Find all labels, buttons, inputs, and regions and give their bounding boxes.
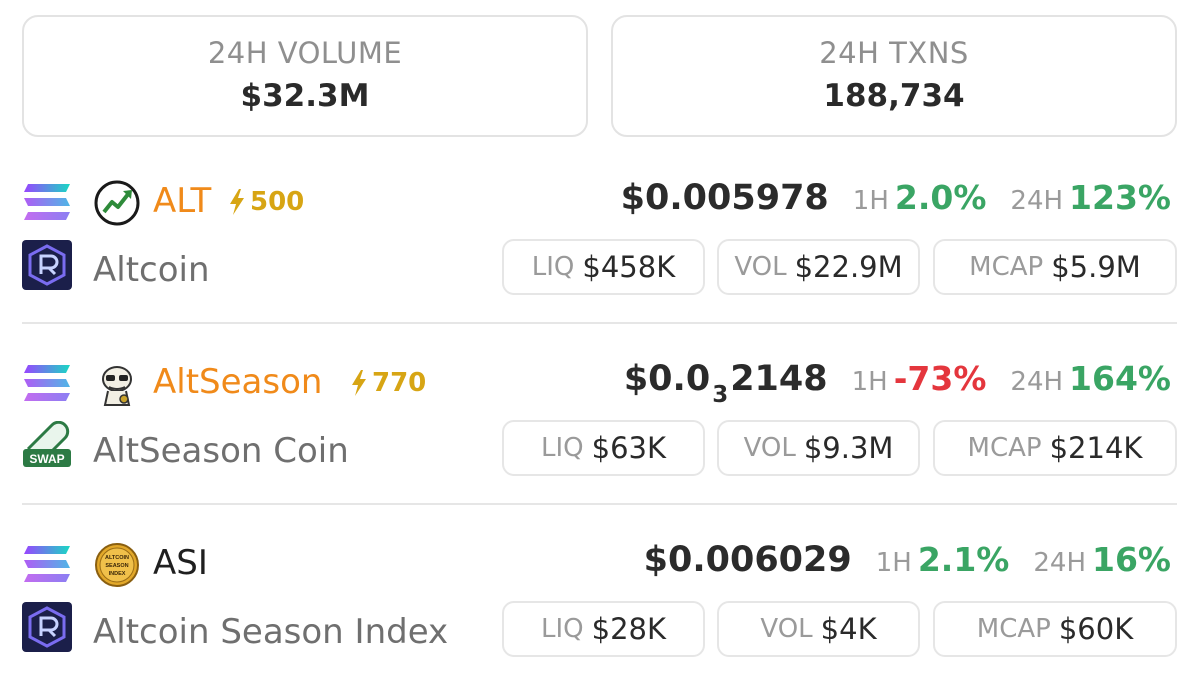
- h1-change: -73%: [893, 359, 987, 398]
- svg-text:ALTCOIN: ALTCOIN: [105, 555, 129, 561]
- trend-chart-icon: [94, 180, 140, 226]
- volume-pill: VOL $4K: [717, 601, 920, 657]
- gold-coin-icon: ALTCOIN SEASON INDEX: [95, 543, 139, 587]
- volume-value: $32.3M: [240, 78, 370, 114]
- h1-label: 1H: [875, 548, 912, 578]
- market-cap-pill: MCAP $214K: [933, 420, 1177, 476]
- h24-change: 16%: [1092, 540, 1171, 579]
- token-row[interactable]: ALT 500 Altcoin $0.005978 1H 2.0% 24H 12…: [0, 172, 1199, 312]
- liquidity-pill: LIQ $28K: [502, 601, 705, 657]
- svg-text:INDEX: INDEX: [109, 571, 126, 577]
- volume-stat-card: 24H VOLUME $32.3M: [22, 15, 588, 137]
- boost-value: 770: [372, 368, 427, 398]
- lightning-icon: [230, 189, 244, 215]
- h1-label: 1H: [851, 367, 888, 397]
- token-price: $0.006029: [643, 540, 852, 580]
- svg-text:SWAP: SWAP: [29, 452, 64, 466]
- txns-stat-card: 24H TXNS 188,734: [611, 15, 1177, 137]
- solana-icon: [24, 365, 70, 401]
- token-symbol[interactable]: ALT: [153, 178, 211, 224]
- token-name: Altcoin Season Index: [93, 612, 449, 652]
- token-row[interactable]: ALTCOIN SEASON INDEX ASI Altcoin Season …: [0, 534, 1199, 674]
- price-line: $0.006029 1H 2.1% 24H 16%: [644, 540, 1171, 580]
- boost-value: 500: [250, 187, 305, 217]
- solana-icon: [24, 184, 70, 220]
- raydium-icon: [22, 240, 72, 290]
- token-symbol[interactable]: AltSeason: [153, 359, 322, 405]
- market-cap-pill: MCAP $60K: [933, 601, 1177, 657]
- price-line: $0.005978 1H 2.0% 24H 123%: [621, 178, 1171, 218]
- h1-label: 1H: [852, 186, 889, 216]
- token-name: AltSeason Coin: [93, 431, 349, 471]
- liquidity-pill: LIQ $458K: [502, 239, 705, 295]
- lightning-icon: [352, 370, 366, 396]
- volume-label: 24H VOLUME: [207, 36, 403, 70]
- pepe-cartoon-icon: [102, 366, 132, 406]
- txns-value: 188,734: [823, 78, 965, 114]
- h24-label: 24H: [1010, 367, 1064, 397]
- divider: [22, 322, 1177, 324]
- token-price: $0.005978: [620, 178, 829, 218]
- boost-badge: 770: [350, 367, 426, 399]
- h24-change: 164%: [1069, 359, 1171, 398]
- h24-change: 123%: [1069, 178, 1171, 217]
- h24-label: 24H: [1033, 548, 1086, 578]
- boost-badge: 500: [228, 186, 304, 218]
- volume-pill: VOL $22.9M: [717, 239, 920, 295]
- txns-label: 24H TXNS: [819, 36, 969, 70]
- h24-label: 24H: [1010, 186, 1064, 216]
- token-row[interactable]: AltSeason 770 SWAP AltSeason Coin $0.032…: [0, 353, 1199, 493]
- h1-change: 2.0%: [894, 178, 987, 217]
- token-symbol[interactable]: ASI: [153, 540, 208, 586]
- token-price: $0.032148: [623, 359, 828, 408]
- pill-swap-icon: SWAP: [23, 421, 71, 467]
- h1-change: 2.1%: [917, 540, 1010, 579]
- price-line: $0.032148 1H -73% 24H 164%: [623, 359, 1171, 408]
- raydium-icon: [22, 602, 72, 652]
- market-cap-pill: MCAP $5.9M: [933, 239, 1177, 295]
- divider: [22, 503, 1177, 505]
- solana-icon: [24, 546, 70, 582]
- liquidity-pill: LIQ $63K: [502, 420, 705, 476]
- svg-text:SEASON: SEASON: [105, 563, 128, 569]
- token-name: Altcoin: [93, 250, 210, 290]
- volume-pill: VOL $9.3M: [717, 420, 920, 476]
